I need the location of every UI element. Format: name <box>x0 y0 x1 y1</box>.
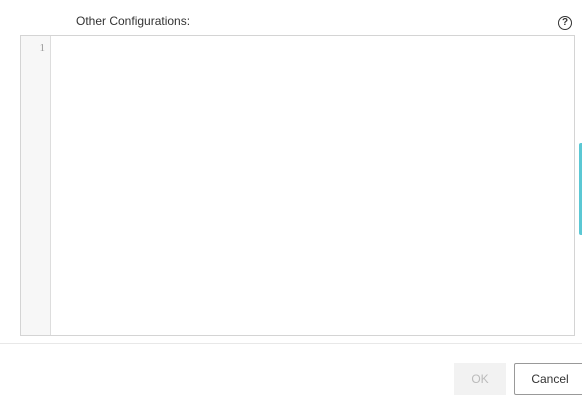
other-configurations-label: Other Configurations: <box>76 14 191 28</box>
line-number: 1 <box>39 42 46 54</box>
code-input-area[interactable] <box>51 36 574 335</box>
ok-button[interactable]: OK <box>454 363 506 395</box>
line-number-gutter: 1 <box>21 36 51 335</box>
dialog-body: Other Configurations: ? 1 OK Cancel <box>0 0 582 405</box>
code-editor[interactable]: 1 <box>20 35 575 336</box>
question-circle-icon[interactable]: ? <box>558 16 572 30</box>
footer-divider <box>0 343 582 344</box>
cancel-button[interactable]: Cancel <box>514 363 582 395</box>
